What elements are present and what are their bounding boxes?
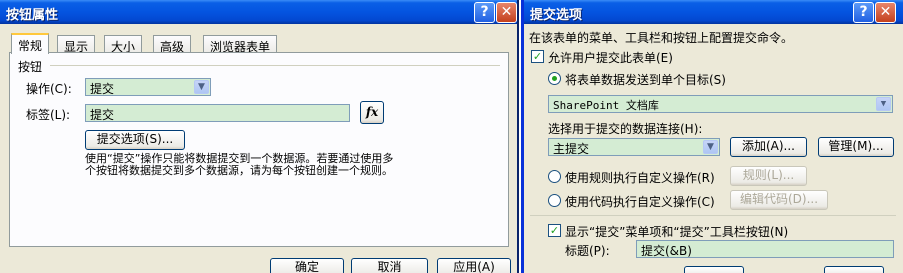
show-submit-menu-label: 显示“提交”菜单项和“提交”工具栏按钮(N) xyxy=(565,225,789,239)
close-icon[interactable]: ✕ xyxy=(875,2,896,23)
manage-button[interactable]: 管理(M)... xyxy=(818,137,894,157)
function-button[interactable]: fx xyxy=(360,101,384,124)
cancel-button[interactable] xyxy=(824,266,884,273)
apply-button[interactable]: 应用(A) xyxy=(437,258,511,273)
chevron-down-icon: ▼ xyxy=(194,80,209,94)
add-button[interactable]: 添加(A)... xyxy=(730,137,807,157)
show-submit-menu-checkbox[interactable]: ✓ xyxy=(548,224,561,237)
help-icon[interactable]: ? xyxy=(853,2,874,23)
tab-size[interactable]: 大小 xyxy=(104,35,143,54)
close-icon[interactable]: ✕ xyxy=(496,2,517,23)
use-rules-label: 使用规则执行自定义操作(R) xyxy=(565,171,715,185)
tag-input-value: 提交 xyxy=(90,108,115,122)
rules-button[interactable]: 规则(L)... xyxy=(730,166,807,186)
chevron-down-icon: ▼ xyxy=(876,97,891,111)
group-divider xyxy=(50,65,500,66)
title-bar[interactable]: 按钮属性 ? ✕ xyxy=(0,0,517,24)
cancel-button[interactable]: 取消 xyxy=(351,258,428,273)
connection-select-value: 主提交 xyxy=(553,142,590,156)
caption-label: 标题(P): xyxy=(565,244,610,258)
tab-browser-forms[interactable]: 浏览器表单 xyxy=(203,35,278,54)
allow-submit-checkbox[interactable]: ✓ xyxy=(531,50,544,63)
caption-input-value: 提交(&B) xyxy=(641,244,692,258)
action-label: 操作(C): xyxy=(26,82,72,96)
dialog-title: 按钮属性 xyxy=(6,8,59,23)
tag-label: 标签(L): xyxy=(26,108,71,122)
action-select-value: 提交 xyxy=(90,82,115,96)
submit-options-dialog: 提交选项 ? ✕ 在该表单的菜单、工具栏和按钮上配置提交命令。 ✓ 允许用户提交… xyxy=(521,0,903,273)
action-select[interactable]: 提交 ▼ xyxy=(85,78,211,96)
connection-label: 选择用于提交的数据连接(H): xyxy=(548,122,703,136)
general-tab-panel: 按钮 操作(C): 提交 ▼ 标签(L): 提交 fx 提交选项(S)... 使… xyxy=(9,52,509,247)
use-code-label: 使用代码执行自定义操作(C) xyxy=(565,195,715,209)
ok-button[interactable]: 确定 xyxy=(270,258,344,273)
caption-input[interactable]: 提交(&B) xyxy=(636,240,894,258)
tab-display[interactable]: 显示 xyxy=(57,35,96,54)
button-properties-dialog: 按钮属性 ? ✕ 常规 显示 大小 高级 浏览器表单 按钮 操作(C): 提交 … xyxy=(0,0,519,273)
submit-options-button[interactable]: 提交选项(S)... xyxy=(85,130,185,150)
use-code-radio[interactable] xyxy=(548,194,561,207)
dialog-title: 提交选项 xyxy=(530,8,583,23)
send-single-destination-radio[interactable] xyxy=(548,72,561,85)
send-single-destination-label: 将表单数据发送到单个目标(S) xyxy=(565,73,726,87)
tab-general[interactable]: 常规 xyxy=(11,33,50,54)
edit-code-button[interactable]: 编辑代码(D)... xyxy=(730,190,828,210)
connection-select[interactable]: 主提交 ▼ xyxy=(548,138,720,156)
tab-advanced[interactable]: 高级 xyxy=(153,35,192,54)
tag-input[interactable]: 提交 xyxy=(85,104,350,122)
use-rules-radio[interactable] xyxy=(548,170,561,183)
intro-text: 在该表单的菜单、工具栏和按钮上配置提交命令。 xyxy=(529,31,794,45)
chevron-down-icon: ▼ xyxy=(703,140,718,154)
divider xyxy=(530,215,896,216)
allow-submit-label: 允许用户提交此表单(E) xyxy=(548,51,673,65)
destination-select-value: SharePoint 文档库 xyxy=(553,99,659,112)
destination-select[interactable]: SharePoint 文档库 ▼ xyxy=(548,95,893,113)
title-bar[interactable]: 提交选项 ? ✕ xyxy=(524,0,903,24)
description-text: 使用“提交”操作只能将数据提交到一个数据源。若要通过使用多个按钮将数据提交到多个… xyxy=(85,152,394,177)
ok-button[interactable] xyxy=(684,266,744,273)
help-icon[interactable]: ? xyxy=(474,2,495,23)
group-label: 按钮 xyxy=(18,60,43,74)
